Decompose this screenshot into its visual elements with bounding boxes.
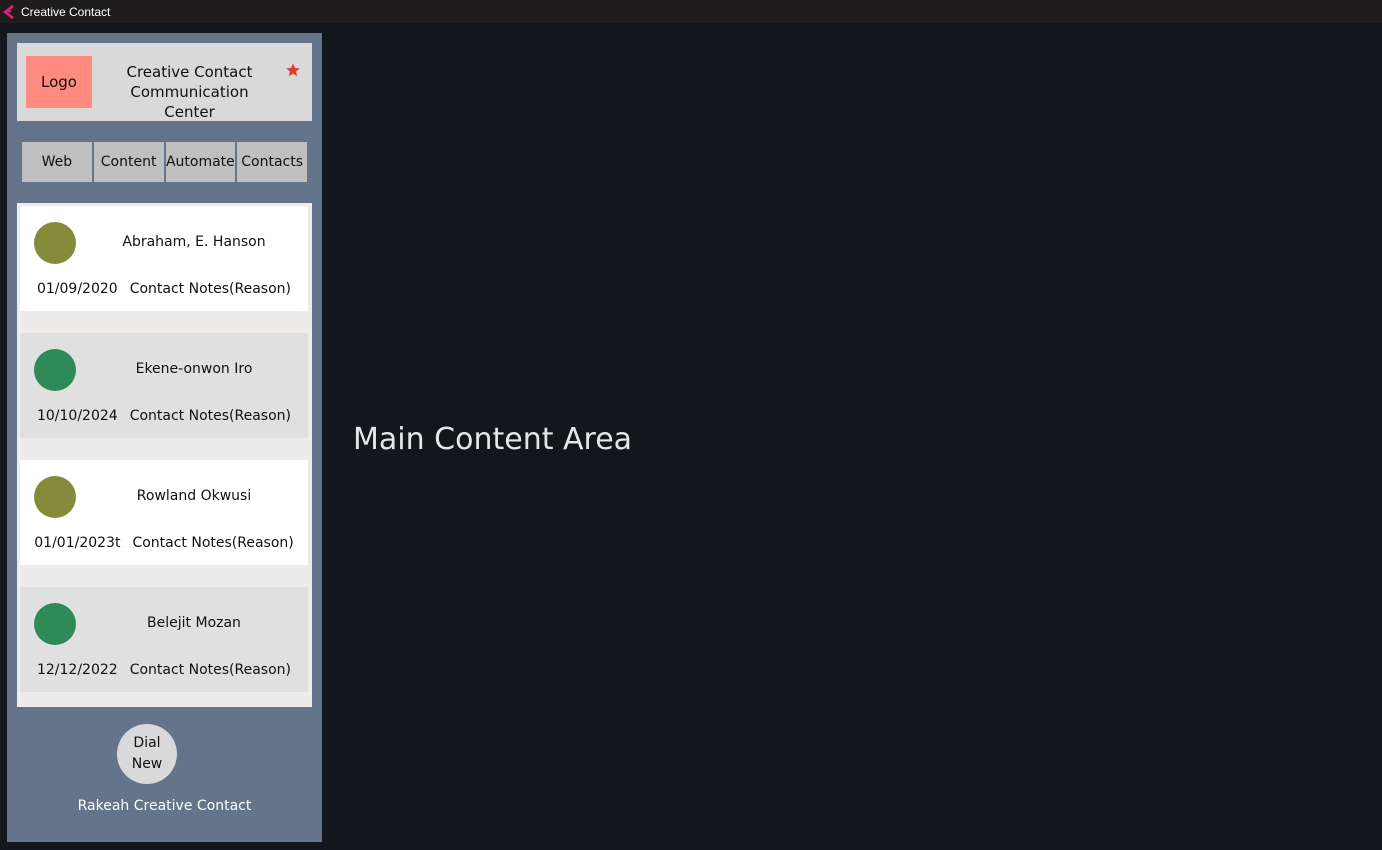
avatar [34, 349, 76, 391]
app-name: Creative Contact Communication Center [107, 62, 272, 122]
contact-item[interactable]: Abraham, E. Hanson 01/09/2020 Contact No… [20, 206, 308, 311]
nav-tabs: Web Content Automate Contacts [22, 142, 307, 182]
window-title: Creative Contact [21, 4, 111, 19]
flutter-icon [3, 4, 14, 19]
dial-label-line2: New [131, 756, 163, 772]
contact-date: 12/12/2022 [36, 662, 118, 678]
dial-label-line1: Dial [133, 735, 161, 751]
contact-notes: Contact Notes(Reason) [132, 535, 294, 551]
contact-date: 01/09/2020 [36, 281, 118, 297]
header-card: Logo Creative Contact Communication Cent… [17, 43, 312, 121]
sidebar: Logo Creative Contact Communication Cent… [7, 33, 322, 842]
tab-contacts[interactable]: Contacts [237, 142, 307, 182]
tab-automate[interactable]: Automate [165, 142, 236, 182]
contact-name: Belejit Mozan [147, 615, 241, 631]
tab-web[interactable]: Web [22, 142, 92, 182]
contact-item[interactable]: Belejit Mozan 12/12/2022 Contact Notes(R… [20, 587, 308, 692]
contact-notes: Contact Notes(Reason) [129, 281, 291, 297]
contact-date: 10/10/2024 [36, 408, 118, 424]
dial-new-button[interactable]: Dial New [117, 724, 177, 784]
tab-content[interactable]: Content [93, 142, 164, 182]
contact-item[interactable]: Rowland Okwusi 01/01/2023t Contact Notes… [20, 460, 308, 565]
contact-name: Rowland Okwusi [136, 488, 252, 504]
logo: Logo [26, 56, 92, 108]
contact-notes: Contact Notes(Reason) [129, 662, 291, 678]
app-name-line1: Creative Contact [126, 63, 253, 81]
contact-date: 01/01/2023t [34, 535, 121, 551]
contact-meta: 10/10/2024 Contact Notes(Reason) [20, 408, 308, 424]
app-name-line2: Communication Center [130, 83, 249, 121]
contact-name: Abraham, E. Hanson [122, 234, 266, 250]
contact-meta: 01/01/2023t Contact Notes(Reason) [20, 535, 308, 551]
contact-meta: 01/09/2020 Contact Notes(Reason) [20, 281, 308, 297]
footer-text: Rakeah Creative Contact [77, 798, 252, 814]
star-icon[interactable] [285, 62, 301, 78]
contact-item[interactable]: Ekene-onwon Iro 10/10/2024 Contact Notes… [20, 333, 308, 438]
contact-meta: 12/12/2022 Contact Notes(Reason) [20, 662, 308, 678]
title-bar: Creative Contact [0, 0, 1382, 23]
contact-notes: Contact Notes(Reason) [129, 408, 291, 424]
avatar [34, 476, 76, 518]
contact-list: Abraham, E. Hanson 01/09/2020 Contact No… [17, 203, 312, 707]
avatar [34, 603, 76, 645]
avatar [34, 222, 76, 264]
contact-name: Ekene-onwon Iro [135, 361, 253, 377]
main-content-placeholder: Main Content Area [353, 422, 633, 457]
